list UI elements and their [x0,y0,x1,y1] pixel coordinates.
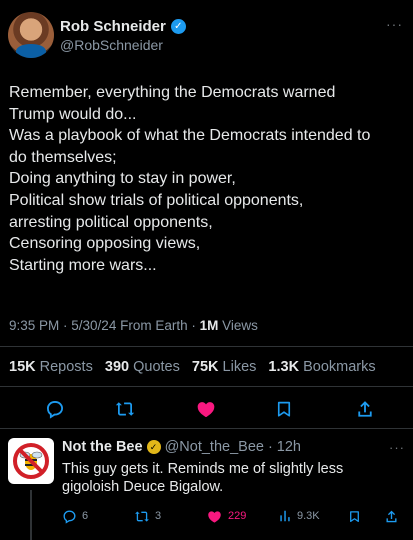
verified-badge-icon: ✓ [170,19,186,34]
reply-action-bar: 6 3 229 9.3K [0,506,413,528]
reply-bookmark-button[interactable] [348,506,361,526]
tweet-stats: 15K Reposts 390 Quotes 75K Likes 1.3K Bo… [9,359,384,375]
reply-share-button[interactable] [384,506,399,526]
author-handle[interactable]: @RobSchneider [60,37,163,53]
tweet-source: From Earth [120,318,188,333]
share-icon[interactable] [354,398,376,420]
repost-icon[interactable] [114,398,136,420]
quotes-stat[interactable]: 390 Quotes [105,359,180,375]
tweet-line: Censoring opposing views, [9,235,201,253]
author-avatar[interactable] [8,12,54,58]
tweet-line: Starting more wars... [9,256,157,274]
reply-tweet[interactable]: Not the Bee ✓ @Not_the_Bee · 12h ··· Thi… [0,428,413,540]
likes-stat[interactable]: 75K Likes [192,359,257,375]
reply-likes-count: 229 [228,510,247,522]
gold-verified-badge-icon: ✓ [146,440,161,454]
tweet-line: do themselves; [9,148,117,166]
reply-icon[interactable] [44,398,66,420]
reply-reposts-count: 3 [155,510,162,522]
quotes-label: Quotes [133,359,180,375]
tweet-line: Remember, everything the Democrats warne… [9,84,336,101]
reply-views-button[interactable]: 9.3K [278,506,320,526]
reply-body: This guy gets it. Reminds me of slightly… [62,460,407,496]
reply-time[interactable]: 12h [277,439,301,455]
reply-author-handle[interactable]: @Not_the_Bee [165,439,264,455]
tweet-line: arresting political opponents, [9,213,213,231]
bookmark-icon [350,510,359,522]
author-name[interactable]: Rob Schneider [60,18,166,35]
views-count: 1M [199,318,219,333]
more-options-icon[interactable]: ··· [386,16,403,32]
reply-line: This guy gets it. Reminds me of slightly… [62,461,344,477]
repost-icon [135,510,149,522]
reply-author-name[interactable]: Not the Bee [62,439,143,455]
reply-more-options-icon[interactable]: ··· [389,440,405,455]
reply-line: gigoloish Deuce Bigalow. [62,479,224,495]
reply-repost-button[interactable]: 3 [134,506,161,526]
tweet-header: Rob Schneider ✓ @RobSchneider ··· [8,10,405,62]
tweet-line: Political show trials of political oppon… [9,191,304,209]
author-name-row: Rob Schneider ✓ [60,18,186,35]
share-icon [386,510,397,522]
reply-separator: · [267,439,273,455]
tweet-meta: 9:35 PM · 5/30/24 From Earth · 1M Views [9,318,258,333]
bookmark-icon[interactable] [273,398,295,420]
tweet-time[interactable]: 9:35 PM [9,318,59,333]
bookmarks-count: 1.3K [268,359,300,375]
reply-icon [63,509,76,524]
tweet-line: Trump would do... [9,105,137,123]
reply-like-button[interactable]: 229 [206,506,246,526]
reply-reply-button[interactable]: 6 [62,506,88,526]
tweet-action-bar [0,392,413,426]
views-label: Views [222,318,258,333]
like-icon [208,510,221,522]
no-bee-logo-icon [13,443,49,479]
tweet-date[interactable]: 5/30/24 [71,318,116,333]
divider [0,386,413,387]
likes-count: 75K [191,359,219,375]
reposts-stat[interactable]: 15K Reposts [9,359,93,375]
tweet-line: Was a playbook of what the Democrats int… [9,127,371,145]
reply-views-count: 9.3K [297,510,320,522]
reply-author-avatar[interactable] [8,438,54,484]
tweet-body: Remember, everything the Democrats warne… [9,82,409,276]
divider [0,346,413,347]
reply-replies-count: 6 [82,510,89,522]
reply-header: Not the Bee ✓ @Not_the_Bee · 12h [62,439,301,455]
reposts-label: Reposts [39,359,93,375]
views-chart-icon [280,510,290,522]
likes-label: Likes [222,359,257,375]
bookmarks-stat[interactable]: 1.3K Bookmarks [268,359,375,375]
quotes-count: 390 [104,359,130,375]
like-icon[interactable] [195,398,217,420]
bookmarks-label: Bookmarks [303,359,376,375]
reposts-count: 15K [9,359,36,375]
tweet-line: Doing anything to stay in power, [9,170,236,188]
